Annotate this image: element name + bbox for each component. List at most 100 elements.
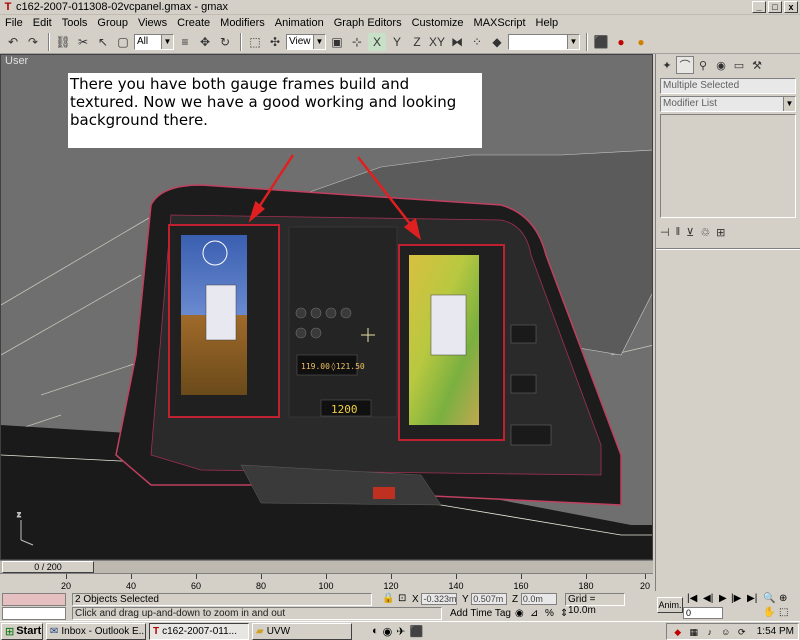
minimize-button[interactable]: _ <box>752 1 766 13</box>
pivot-icon[interactable]: ✣ <box>266 33 284 51</box>
utilities-tab-icon[interactable]: ⚒ <box>748 56 766 74</box>
hierarchy-tab-icon[interactable]: ⚲ <box>694 56 712 74</box>
axis-x-icon[interactable]: X <box>368 32 386 51</box>
user-viewport[interactable]: 119.00 ◊121.50 1200 z User There you hav… <box>0 54 653 560</box>
maxscript-input-mini[interactable] <box>2 607 66 620</box>
task-gmax[interactable]: T c162-2007-011... <box>149 622 249 640</box>
axis-y-icon[interactable]: Y <box>388 33 406 51</box>
quicklaunch-icon[interactable]: ⬛ <box>409 625 423 638</box>
quicklaunch-icon[interactable]: ✈ <box>396 625 405 638</box>
scale-icon[interactable]: ⬚ <box>246 33 264 51</box>
animate-button[interactable]: Anim. <box>657 597 683 613</box>
make-unique-icon[interactable]: ⊻ <box>686 226 694 239</box>
unlink-icon[interactable]: ✂ <box>74 33 92 51</box>
viewport-label[interactable]: User <box>5 55 28 67</box>
render-icon[interactable]: ● <box>612 33 630 51</box>
menu-modifiers[interactable]: Modifiers <box>215 17 270 29</box>
z-coord-field[interactable]: 0.0m <box>520 593 557 605</box>
pan-icon[interactable]: ✋ <box>763 607 775 618</box>
menu-file[interactable]: File <box>0 17 28 29</box>
add-time-tag[interactable]: Add Time Tag <box>450 608 511 619</box>
close-button[interactable]: x <box>784 1 798 13</box>
snap-toggle-icon[interactable]: ◉ <box>515 608 524 621</box>
axis-xy-icon[interactable]: XY <box>428 33 446 51</box>
select-icon[interactable]: ↖ <box>94 33 112 51</box>
goto-end-icon[interactable]: ▶| <box>747 593 757 604</box>
nav-alt-display: 119.00 <box>301 362 330 371</box>
named-selection-dropdown[interactable]: ▼ <box>508 33 580 50</box>
time-slider[interactable]: 0 / 200 <box>0 560 653 573</box>
spinner-snap-icon[interactable]: ⇕ <box>560 608 568 621</box>
current-frame-field[interactable]: 0 <box>683 607 723 619</box>
task-outlook[interactable]: ✉ Inbox - Outlook E... <box>46 622 146 640</box>
selection-name-field[interactable]: Multiple Selected <box>660 78 796 94</box>
volume-icon[interactable]: ♪ <box>703 626 717 638</box>
menu-views[interactable]: Views <box>133 17 172 29</box>
axis-constraint-icon[interactable]: ⊹ <box>348 33 366 51</box>
absolute-mode-icon[interactable]: ⊡ <box>398 593 406 606</box>
configure-sets-icon[interactable]: ⊞ <box>716 226 725 239</box>
material-editor-icon[interactable]: ⬛ <box>592 33 610 51</box>
gmax-app-icon[interactable]: T <box>2 1 14 13</box>
track-bar[interactable]: 20 40 60 80 100 120 140 160 180 20 <box>0 573 653 591</box>
align-icon[interactable]: ◆ <box>488 33 506 51</box>
modifier-list-dropdown[interactable]: Modifier List ▼ <box>660 96 796 112</box>
link-icon[interactable]: ⛓ <box>54 33 72 51</box>
menu-customize[interactable]: Customize <box>407 17 469 29</box>
next-frame-icon[interactable]: |▶ <box>731 593 741 604</box>
selection-filter-dropdown[interactable]: All ▼ <box>134 33 174 50</box>
modifier-stack[interactable] <box>660 114 796 218</box>
messenger-icon[interactable]: ☺ <box>719 626 733 638</box>
menu-help[interactable]: Help <box>531 17 564 29</box>
undo-icon[interactable]: ↶ <box>4 33 22 51</box>
menu-create[interactable]: Create <box>172 17 215 29</box>
update-icon[interactable]: ⟳ <box>735 626 749 638</box>
y-label: Y <box>462 594 469 605</box>
menu-edit[interactable]: Edit <box>28 17 57 29</box>
percent-snap-icon[interactable]: % <box>545 608 554 621</box>
zoom-icon[interactable]: 🔍 <box>763 593 775 604</box>
menu-maxscript[interactable]: MAXScript <box>469 17 531 29</box>
pin-stack-icon[interactable]: ⊣ <box>660 226 670 239</box>
quick-render-icon[interactable]: ● <box>632 33 650 51</box>
zoom-all-icon[interactable]: ⊕ <box>779 593 787 604</box>
select-by-name-icon[interactable]: ≡ <box>176 33 194 51</box>
redo-icon[interactable]: ↷ <box>24 33 42 51</box>
reference-coord-dropdown[interactable]: View ▼ <box>286 33 326 50</box>
prev-frame-icon[interactable]: ◀| <box>703 593 713 604</box>
axis-z-icon[interactable]: Z <box>408 33 426 51</box>
angle-snap-icon[interactable]: ⊿ <box>530 608 538 621</box>
menu-animation[interactable]: Animation <box>270 17 329 29</box>
show-end-result-icon[interactable]: ‖ <box>676 226 681 238</box>
network-icon[interactable]: ▦ <box>687 626 701 638</box>
create-tab-icon[interactable]: ✦ <box>658 56 676 74</box>
region-select-icon[interactable]: ▢ <box>114 33 132 51</box>
play-icon[interactable]: ▶ <box>719 593 727 604</box>
display-tab-icon[interactable]: ▭ <box>730 56 748 74</box>
antivirus-icon[interactable]: ◆ <box>671 626 685 638</box>
modify-tab-icon[interactable]: ⌒ <box>676 56 694 74</box>
maxscript-listener-mini[interactable] <box>2 593 66 606</box>
goto-start-icon[interactable]: |◀ <box>687 593 697 604</box>
menu-group[interactable]: Group <box>92 17 133 29</box>
lock-selection-icon[interactable]: 🔒 <box>382 593 394 606</box>
quicklaunch-icon[interactable]: ◐ <box>372 625 379 637</box>
time-slider-thumb[interactable]: 0 / 200 <box>2 561 94 573</box>
mirror-icon[interactable]: ⧓ <box>448 33 466 51</box>
task-uvw[interactable]: ▰ UVW <box>252 622 352 640</box>
y-coord-field[interactable]: 0.507m <box>471 593 508 605</box>
remove-modifier-icon[interactable]: ♲ <box>700 226 710 239</box>
start-button[interactable]: ⊞ Start <box>1 622 43 640</box>
array-icon[interactable]: ⁘ <box>468 33 486 51</box>
move-icon[interactable]: ✥ <box>196 33 214 51</box>
x-coord-field[interactable]: -0.323m <box>421 593 458 605</box>
maximize-viewport-icon[interactable]: ⬚ <box>779 607 788 618</box>
maximize-button[interactable]: □ <box>768 1 782 13</box>
tick-mark <box>66 574 67 579</box>
menu-tools[interactable]: Tools <box>57 17 93 29</box>
quicklaunch-icon[interactable]: ◉ <box>383 625 393 638</box>
motion-tab-icon[interactable]: ◉ <box>712 56 730 74</box>
menu-graph-editors[interactable]: Graph Editors <box>329 17 407 29</box>
pivot-center-icon[interactable]: ▣ <box>328 33 346 51</box>
rotate-icon[interactable]: ↻ <box>216 33 234 51</box>
